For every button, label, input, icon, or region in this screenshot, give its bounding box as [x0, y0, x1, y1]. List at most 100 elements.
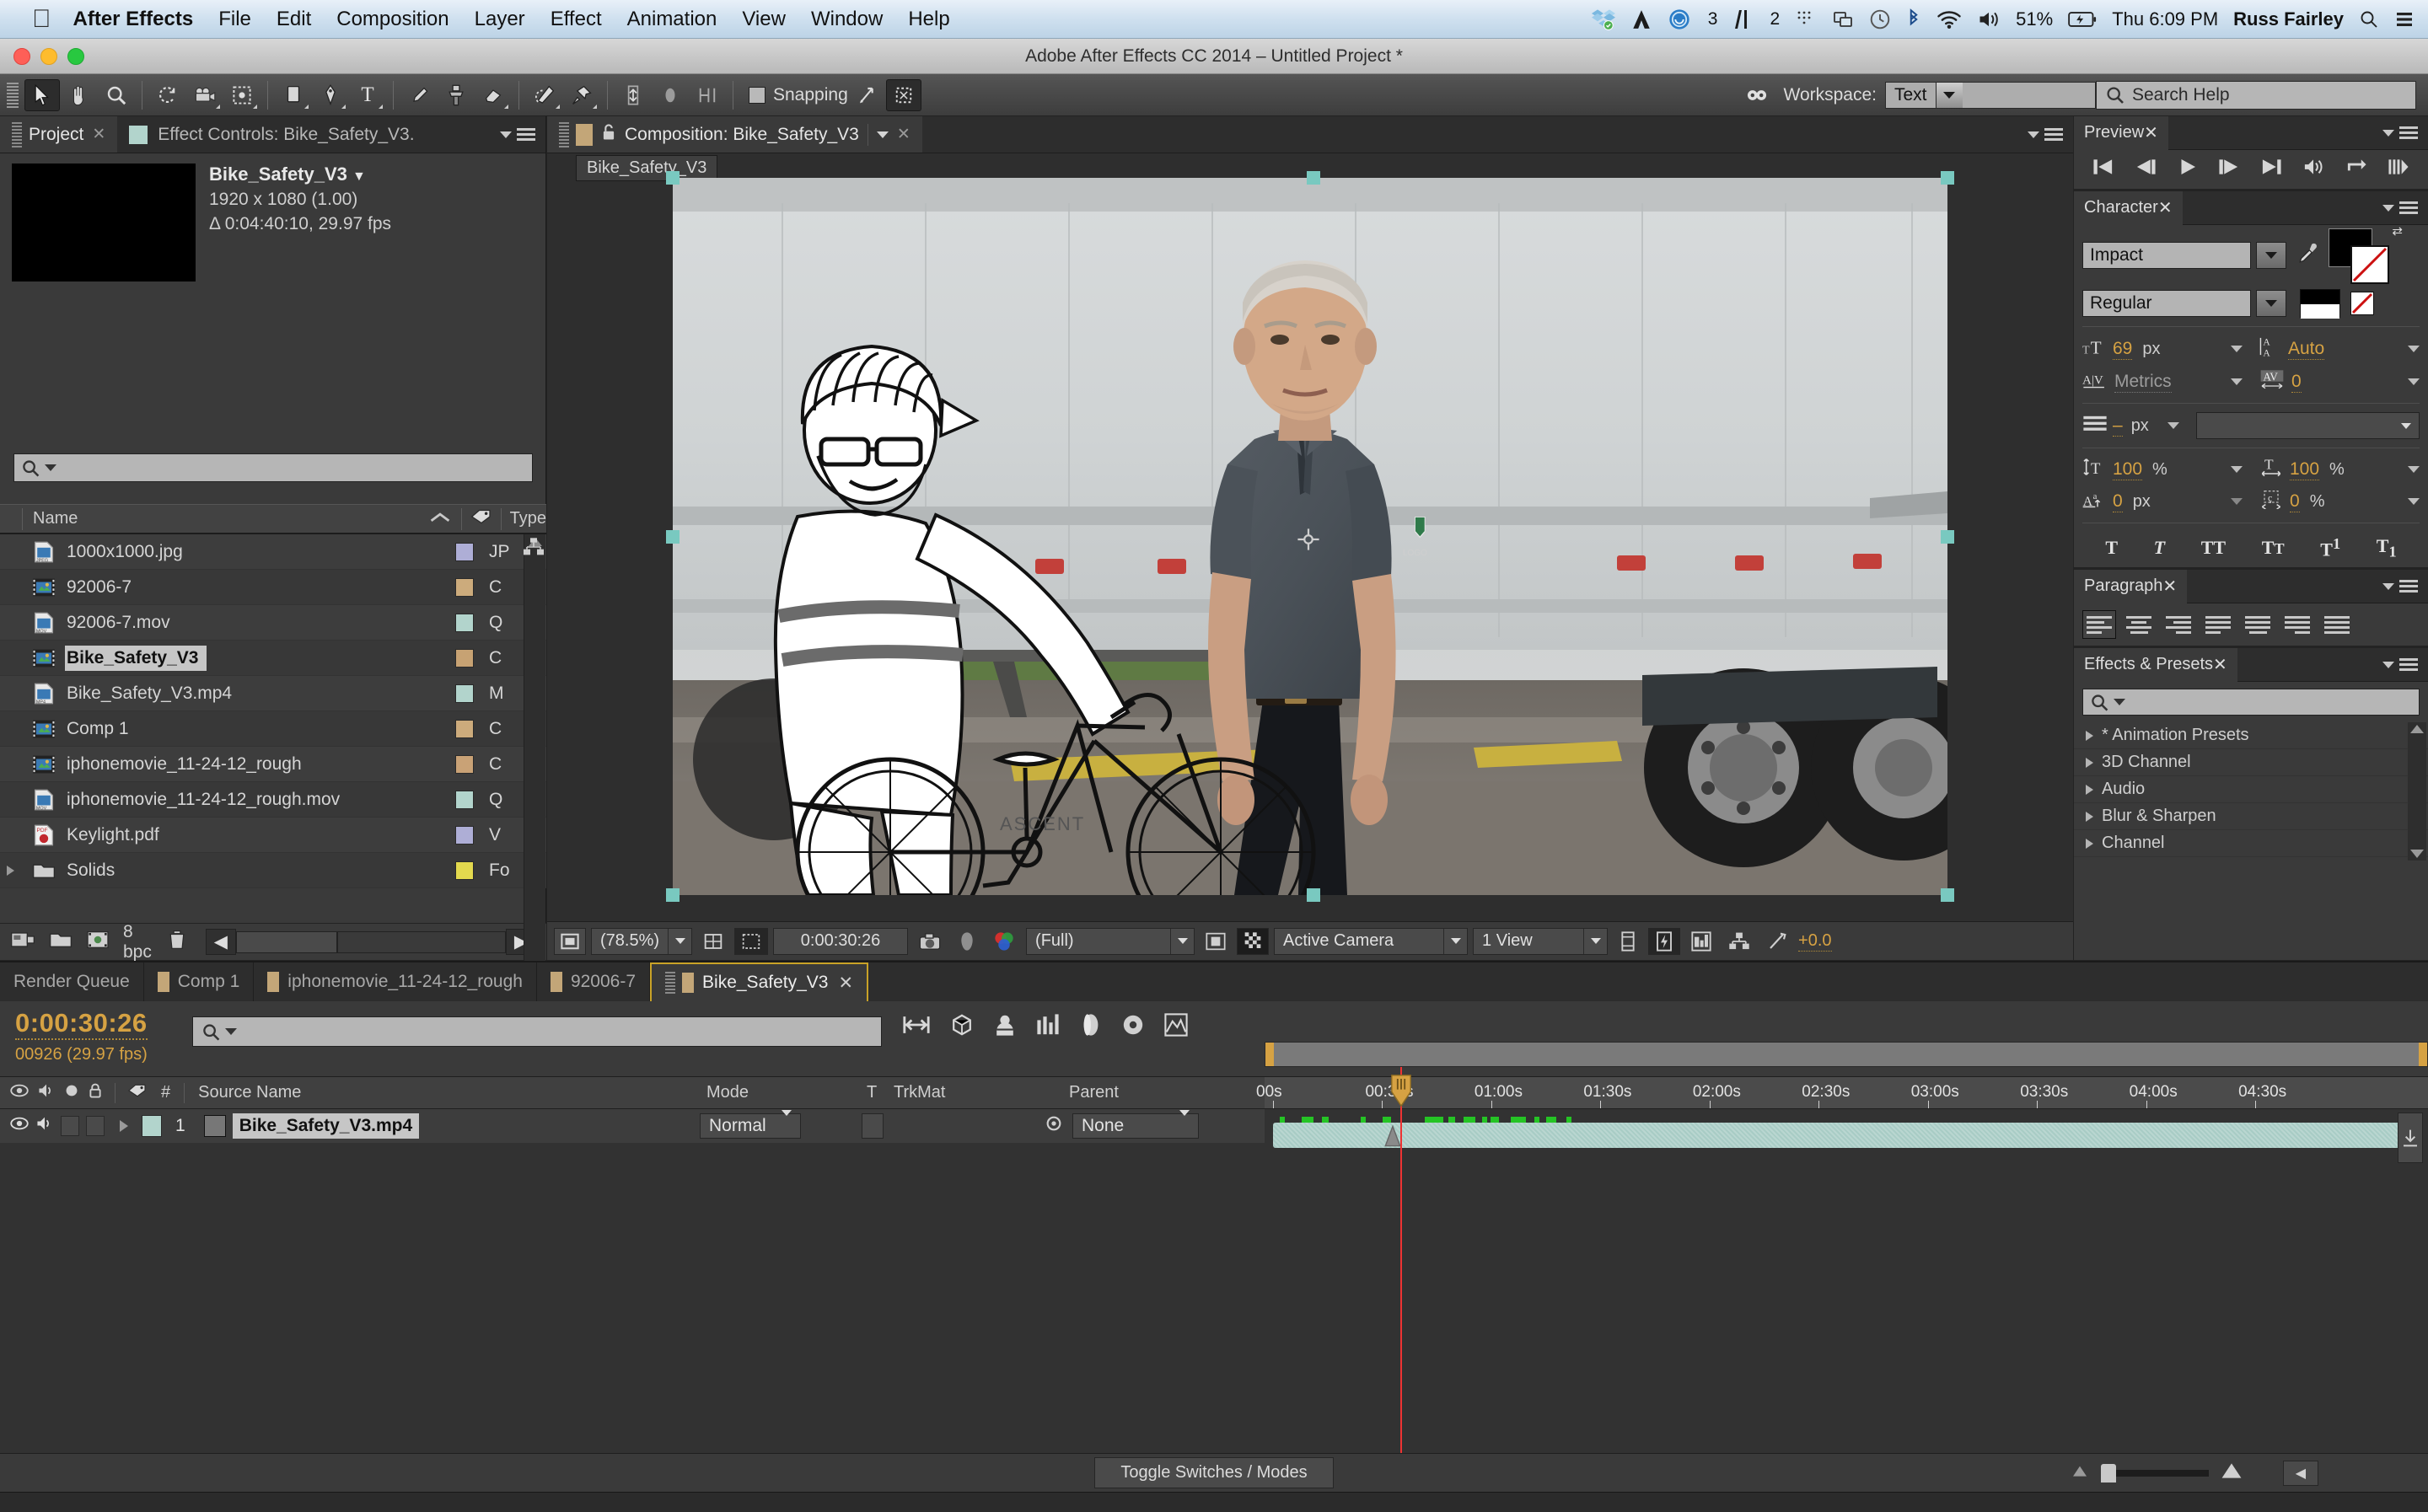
always-preview-icon[interactable]: [554, 927, 586, 955]
tab-preview[interactable]: Preview ✕: [2074, 115, 2168, 150]
column-name[interactable]: Name: [33, 509, 78, 528]
small-caps-icon[interactable]: TT: [2262, 537, 2285, 559]
column-parent[interactable]: Parent: [1069, 1083, 1119, 1102]
layer-expand-arrow[interactable]: [120, 1120, 128, 1132]
project-list-item[interactable]: MOV 92006-7.mov Q: [0, 605, 546, 641]
breadcrumb-item[interactable]: Bike_Safety_V3: [576, 154, 718, 181]
wifi-icon[interactable]: [1936, 9, 1962, 29]
panel-menu-icon[interactable]: [2044, 127, 2063, 142]
brush-tool[interactable]: [401, 79, 437, 111]
project-item-name[interactable]: iphonemovie_11-24-12_rough: [65, 752, 310, 777]
close-window-button[interactable]: [13, 48, 30, 65]
leading-value[interactable]: Auto: [2288, 339, 2325, 360]
composition-viewer[interactable]: LOGO ASCENT: [547, 171, 2073, 902]
timeline-ruler[interactable]: 00s 00:30s 01:00s 01:30s 02:00s 02:30s 03:00s 0…: [1256, 1077, 2428, 1109]
font-size-value[interactable]: 69: [2113, 339, 2133, 360]
project-item-label-swatch[interactable]: [455, 754, 474, 774]
workspace-select[interactable]: Text: [1885, 82, 2096, 109]
project-list-item[interactable]: 92006-7 C: [0, 570, 546, 605]
project-item-name[interactable]: Bike_Safety_V3.mp4: [65, 681, 240, 706]
faux-bold-icon[interactable]: T: [2105, 537, 2118, 559]
zoom-in-icon[interactable]: [2221, 1462, 2243, 1483]
tracking-dropdown[interactable]: [2408, 378, 2420, 385]
project-item-name[interactable]: Keylight.pdf: [65, 823, 168, 848]
anchor-align-icon[interactable]: [615, 79, 651, 111]
puppet-pin-tool[interactable]: [564, 79, 599, 111]
stroke-width-dropdown[interactable]: [2167, 422, 2179, 429]
disclosure-triangle-icon[interactable]: [2086, 757, 2093, 768]
align-right-icon[interactable]: [2162, 610, 2195, 639]
chevron-down-icon[interactable]: [1443, 928, 1467, 954]
vertical-scale-dropdown[interactable]: [2231, 466, 2243, 473]
menu-composition[interactable]: Composition: [336, 8, 449, 31]
loop-icon[interactable]: [2345, 158, 2367, 181]
effects-category-item[interactable]: 3D Channel: [2074, 749, 2428, 777]
column-source-name[interactable]: Source Name: [198, 1083, 301, 1102]
project-list-item[interactable]: JPEG 1000x1000.jpg JP: [0, 534, 546, 570]
project-flowchart-icon[interactable]: [524, 538, 544, 560]
motion-blur-icon[interactable]: [1079, 1013, 1103, 1043]
kerning-dropdown[interactable]: [2231, 378, 2243, 385]
justify-last-center-icon[interactable]: [2241, 610, 2275, 639]
project-list-item[interactable]: Comp 1 C: [0, 711, 546, 747]
fill-stroke-default-icon[interactable]: [2300, 289, 2340, 319]
no-fill-icon[interactable]: [2350, 292, 2374, 315]
panel-menu-icon[interactable]: [2399, 201, 2418, 215]
show-channel-icon[interactable]: [987, 928, 1021, 955]
timeline-work-area[interactable]: [1265, 1042, 2428, 1067]
baseline-shift-dropdown[interactable]: [2231, 498, 2243, 505]
swap-colors-icon[interactable]: ⇄: [2392, 223, 2403, 239]
bit-depth-label[interactable]: 8 bpc: [123, 922, 153, 962]
chevron-down-icon[interactable]: [1170, 928, 1194, 954]
effects-search-input[interactable]: [2082, 689, 2420, 716]
pen-tool[interactable]: [313, 79, 348, 111]
hand-tool[interactable]: [62, 79, 97, 111]
zoom-tool[interactable]: [99, 79, 134, 111]
project-item-name[interactable]: 92006-7.mov: [65, 610, 179, 635]
project-panel-menu[interactable]: [490, 116, 545, 153]
project-item-name[interactable]: Comp 1: [65, 716, 137, 742]
project-item-name[interactable]: iphonemovie_11-24-12_rough.mov: [65, 787, 348, 812]
snap-arrow-icon[interactable]: [849, 79, 884, 111]
project-list-item[interactable]: Bike_Safety_V3 C: [0, 641, 546, 676]
chevron-down-icon[interactable]: [1935, 83, 1963, 108]
layer-source-name[interactable]: Bike_Safety_V3.mp4: [232, 1113, 420, 1139]
type-tool[interactable]: T: [350, 79, 385, 111]
draft-3d-icon[interactable]: [949, 1013, 975, 1043]
font-family-input[interactable]: Impact: [2082, 242, 2251, 269]
chevron-down-icon[interactable]: [876, 131, 889, 138]
illustrator-icon[interactable]: [1732, 8, 1753, 30]
menu-file[interactable]: File: [218, 8, 251, 31]
project-list-item[interactable]: Solids Fo: [0, 853, 546, 888]
paragraph-panel-menu[interactable]: [2372, 579, 2428, 593]
tab-effects-presets[interactable]: Effects & Presets ✕: [2074, 647, 2237, 682]
eraser-tool[interactable]: [475, 79, 511, 111]
transparency-grid-icon[interactable]: [1237, 927, 1270, 955]
camera-view-select[interactable]: Active Camera: [1274, 927, 1469, 955]
close-icon[interactable]: ✕: [2162, 576, 2177, 597]
project-item-label-swatch[interactable]: [455, 861, 474, 880]
tsume-value[interactable]: 0: [2290, 491, 2300, 512]
video-eye-icon[interactable]: [10, 1083, 29, 1103]
chevron-down-icon[interactable]: [668, 928, 691, 954]
effects-list-scrollbar[interactable]: [2408, 722, 2426, 861]
project-item-label-swatch[interactable]: [455, 684, 474, 703]
eyedropper-icon[interactable]: [2296, 242, 2320, 270]
close-icon[interactable]: ✕: [2213, 654, 2227, 675]
column-mode[interactable]: Mode: [706, 1083, 749, 1102]
chevron-down-icon[interactable]: ▼: [352, 169, 366, 184]
bluetooth-icon[interactable]: [1906, 8, 1921, 30]
character-panel-menu[interactable]: [2372, 201, 2428, 215]
timeline-icon[interactable]: [1685, 928, 1717, 955]
tracking-value[interactable]: 0: [2291, 372, 2302, 393]
baseline-shift-value[interactable]: 0: [2113, 491, 2123, 512]
exposure-value[interactable]: +0.0: [1798, 931, 1832, 952]
comp-timecode-field[interactable]: 0:00:30:26: [773, 927, 909, 955]
menu-layer[interactable]: Layer: [475, 8, 525, 31]
tab-effect-controls[interactable]: Effect Controls: Bike_Safety_V3.: [117, 116, 427, 153]
project-list-item[interactable]: MP4 Bike_Safety_V3.mp4 M: [0, 676, 546, 711]
spotlight-icon[interactable]: [2359, 9, 2379, 29]
workspace-gear-icon[interactable]: [1739, 79, 1775, 111]
timeline-playhead-marker[interactable]: [1389, 1074, 1413, 1107]
toolbar-grip[interactable]: [7, 82, 19, 108]
